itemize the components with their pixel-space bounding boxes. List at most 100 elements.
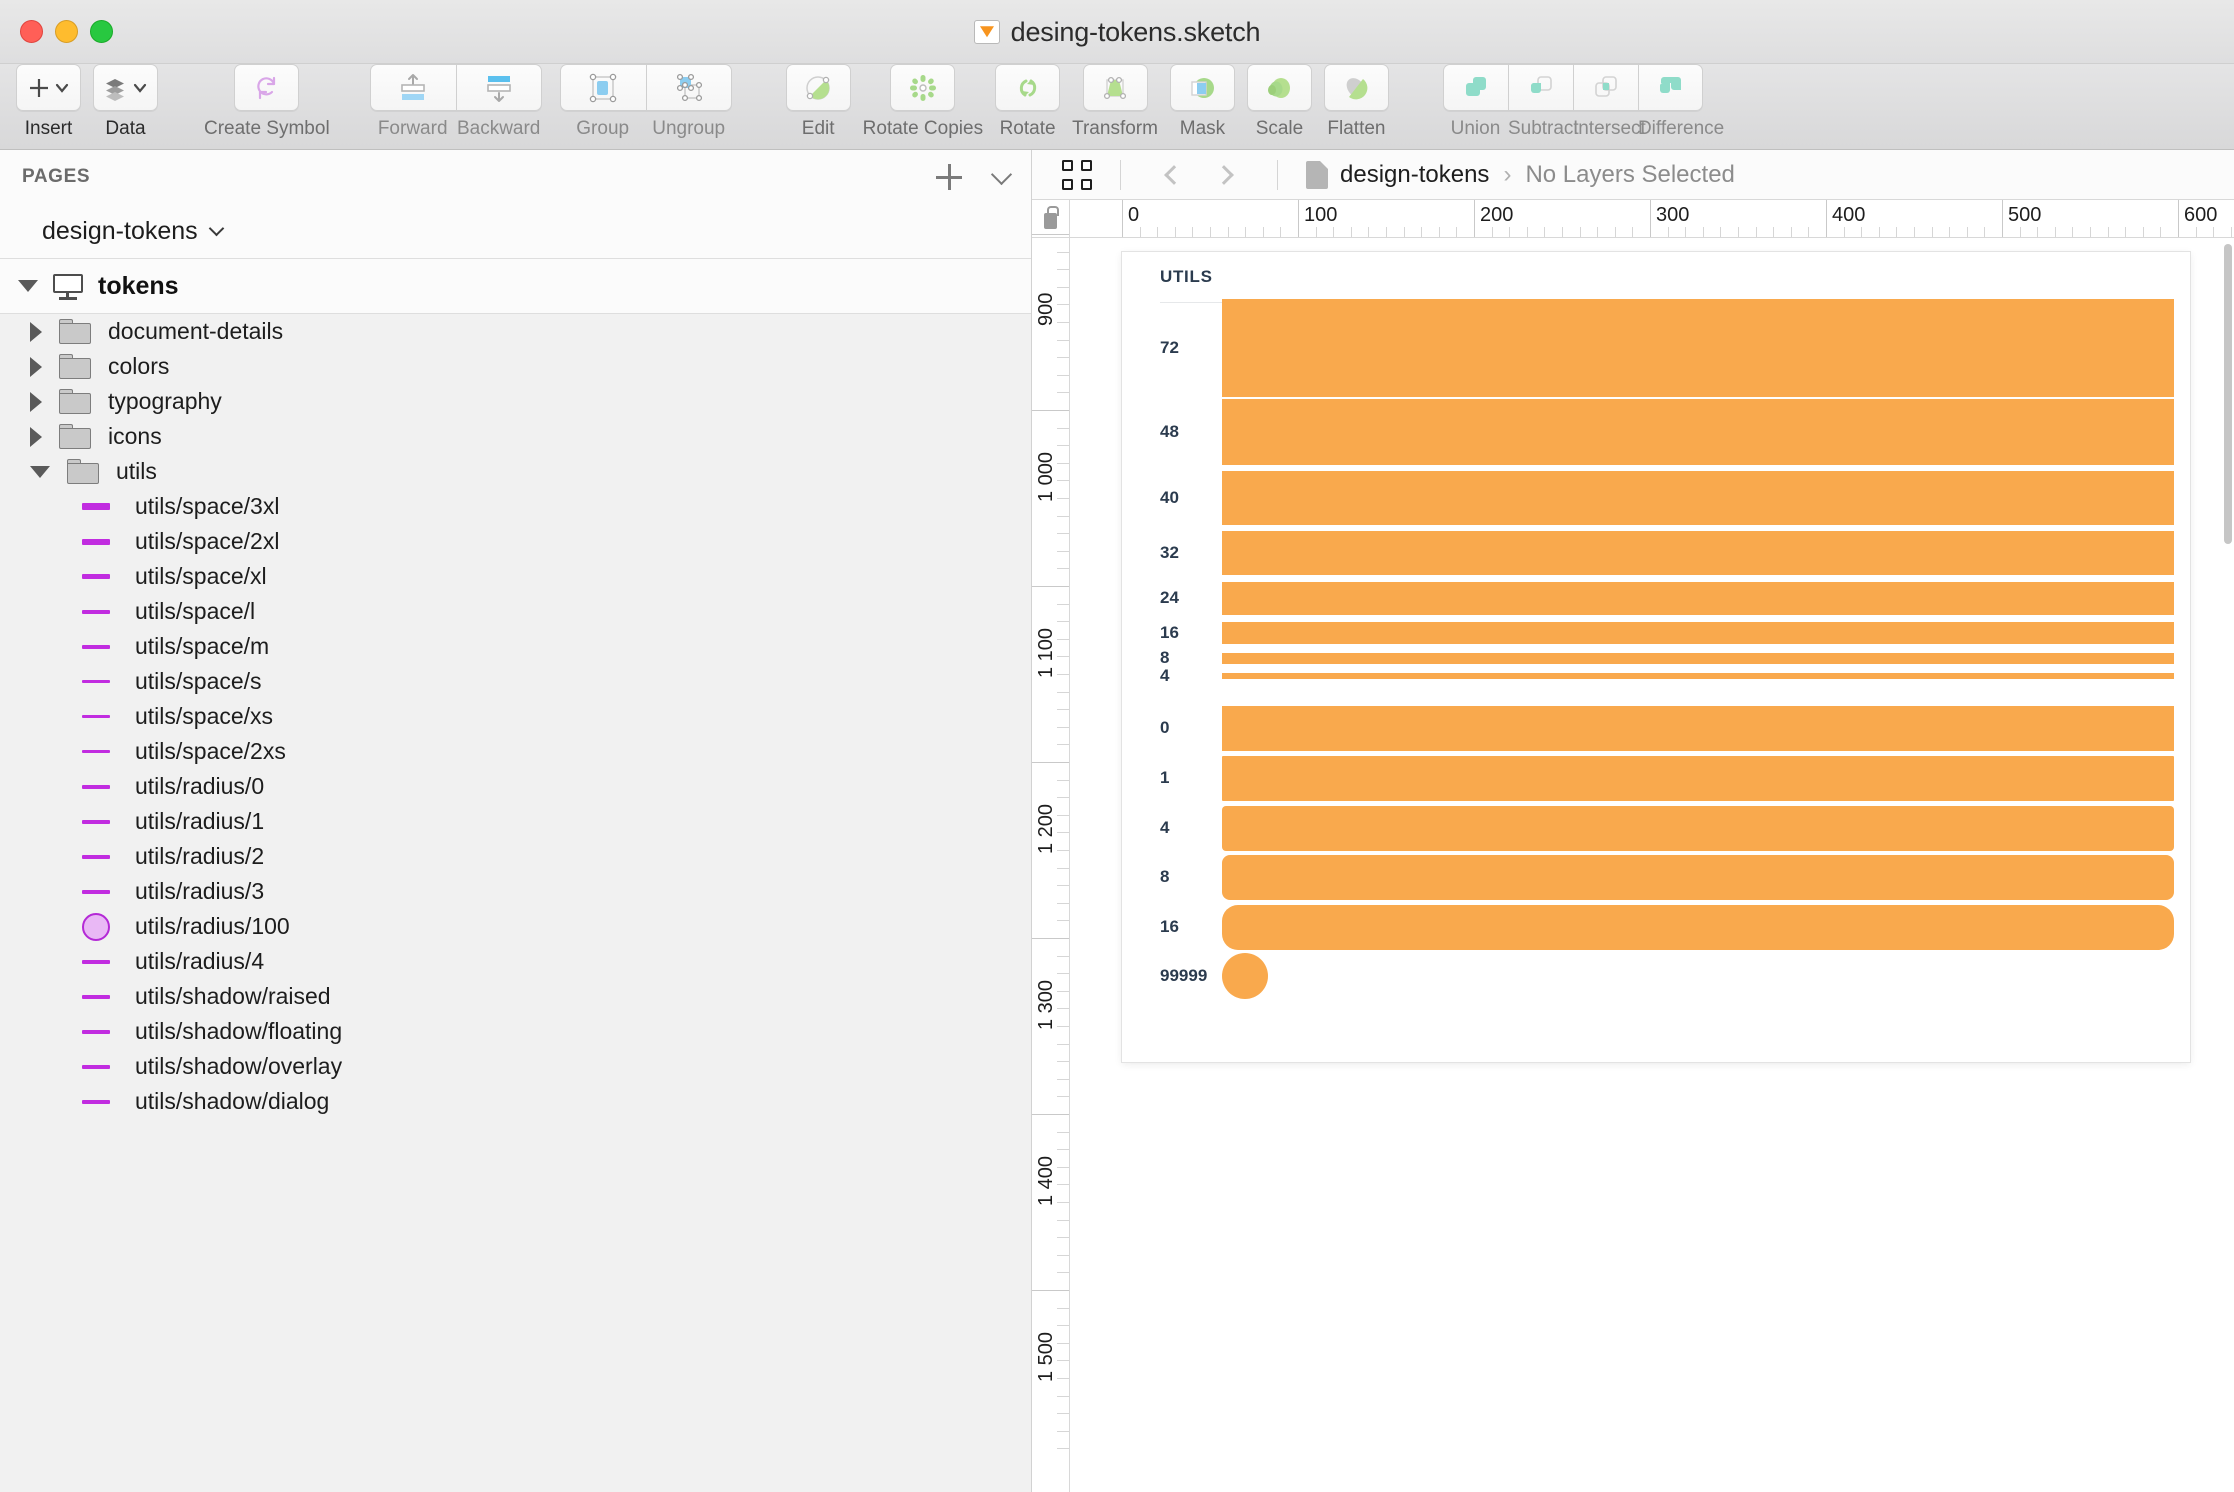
components-grid-icon[interactable]: [1062, 159, 1092, 190]
layer-row-folder[interactable]: document-details: [0, 314, 1031, 349]
layer-row-folder[interactable]: typography: [0, 384, 1031, 419]
token-bar[interactable]: [1222, 755, 2174, 801]
layer-row-shape[interactable]: utils/shadow/floating: [0, 1014, 1031, 1049]
layer-row-folder[interactable]: utils: [0, 454, 1031, 489]
rotate-copies-button[interactable]: [890, 64, 956, 111]
ruler-lock-corner[interactable]: [1032, 200, 1070, 237]
disclosure-triangle-icon[interactable]: [30, 391, 42, 412]
layer-row-shape[interactable]: utils/space/2xl: [0, 524, 1031, 559]
minimize-window-button[interactable]: [55, 20, 78, 43]
artboard-tokens[interactable]: UTILS 72 48 40 32 24 16 8 4 0 1 4 8 16 99999: [1122, 252, 2190, 1062]
intersect-button[interactable]: [1572, 64, 1638, 111]
layer-row-shape[interactable]: utils/space/3xl: [0, 489, 1031, 524]
page-selector-row[interactable]: design-tokens: [0, 204, 1031, 259]
layer-row-shape[interactable]: utils/shadow/raised: [0, 979, 1031, 1014]
toolbar-item-edit[interactable]: Edit: [780, 64, 857, 140]
disclosure-triangle-icon[interactable]: [30, 426, 42, 447]
token-bar[interactable]: [1222, 705, 2174, 751]
ruler-minor-tick: [2213, 227, 2215, 237]
layer-row-shape[interactable]: utils/space/l: [0, 594, 1031, 629]
toolbar-item-rotate[interactable]: Rotate: [989, 64, 1066, 140]
artboard-row-tokens[interactable]: tokens: [0, 259, 1031, 314]
subtract-button[interactable]: [1507, 64, 1573, 111]
layer-row-shape[interactable]: utils/radius/4: [0, 944, 1031, 979]
toolbar-item-transform[interactable]: Transform: [1066, 64, 1164, 140]
disclosure-triangle-icon[interactable]: [30, 465, 50, 478]
layers-list[interactable]: document-details colors typography icons uti…: [0, 314, 1031, 1492]
token-bar[interactable]: [1222, 805, 2174, 851]
token-bar[interactable]: [1222, 299, 2174, 397]
toolbar-item-data[interactable]: Data: [87, 64, 164, 140]
layer-row-shape[interactable]: utils/space/xl: [0, 559, 1031, 594]
disclosure-triangle-icon[interactable]: [30, 356, 42, 377]
token-bar[interactable]: [1222, 622, 2174, 644]
chevron-down-icon[interactable]: [208, 220, 224, 237]
mask-button[interactable]: [1169, 64, 1235, 111]
token-bar[interactable]: [1222, 904, 2174, 950]
token-bar[interactable]: [1222, 399, 2174, 465]
flatten-button[interactable]: [1323, 64, 1389, 111]
toolbar-item-flatten[interactable]: Flatten: [1318, 64, 1395, 140]
layer-row-shape[interactable]: utils/shadow/overlay: [0, 1049, 1031, 1084]
layers-sidebar: PAGES design-tokens tokens document-deta…: [0, 150, 1032, 1492]
ruler-minor-tick: [1350, 227, 1352, 237]
toolbar-item-create-symbol[interactable]: Create Symbol: [198, 64, 336, 140]
canvas-vertical-scrollbar[interactable]: [2224, 244, 2232, 544]
layer-row-shape[interactable]: utils/space/s: [0, 664, 1031, 699]
edit-button[interactable]: [785, 64, 851, 111]
token-bar[interactable]: [1222, 673, 2174, 679]
ruler-minor-tick: [1057, 990, 1069, 992]
layer-row-shape[interactable]: utils/shadow/dialog: [0, 1084, 1031, 1119]
layer-row-shape[interactable]: utils/space/xs: [0, 699, 1031, 734]
chevron-down-icon[interactable]: [990, 163, 1013, 185]
ruler-minor-tick: [1057, 1360, 1069, 1362]
ruler-minor-tick: [1057, 1061, 1069, 1063]
disclosure-triangle-icon[interactable]: [18, 280, 38, 292]
insert-button[interactable]: [16, 64, 81, 111]
add-page-icon[interactable]: [936, 164, 962, 190]
scale-button[interactable]: [1246, 64, 1312, 111]
nav-back-button[interactable]: [1149, 164, 1199, 185]
layer-row-folder[interactable]: colors: [0, 349, 1031, 384]
token-bar[interactable]: [1222, 581, 2174, 615]
transform-button[interactable]: [1082, 64, 1148, 111]
toolbar-item-insert[interactable]: Insert: [10, 64, 87, 140]
toolbar-item-scale[interactable]: Scale: [1241, 64, 1318, 140]
ruler-minor-tick: [1057, 515, 1069, 517]
difference-button[interactable]: [1637, 64, 1703, 111]
create-symbol-button[interactable]: [234, 64, 300, 111]
folder-icon: [59, 319, 91, 344]
token-bar[interactable]: [1222, 953, 1268, 999]
layer-row-shape[interactable]: utils/radius/1: [0, 804, 1031, 839]
canvas-viewport[interactable]: UTILS 72 48 40 32 24 16 8 4 0 1 4 8 16 99999: [1070, 238, 2234, 1492]
layer-row-shape[interactable]: utils/radius/2: [0, 839, 1031, 874]
group-button[interactable]: [559, 64, 646, 111]
token-bar[interactable]: [1222, 854, 2174, 900]
toolbar-item-mask[interactable]: Mask: [1164, 64, 1241, 140]
layer-row-shape[interactable]: utils/radius/3: [0, 874, 1031, 909]
close-window-button[interactable]: [20, 20, 43, 43]
nav-forward-button[interactable]: [1199, 164, 1249, 185]
ungroup-button[interactable]: [645, 64, 732, 111]
disclosure-triangle-icon[interactable]: [30, 321, 42, 342]
token-bar[interactable]: [1222, 531, 2174, 575]
move-forward-button[interactable]: [369, 64, 456, 111]
toolbar-group-insert: Insert Data: [10, 64, 164, 140]
token-bar[interactable]: [1222, 471, 2174, 525]
toolbar-item-rotate-copies[interactable]: Rotate Copies: [857, 64, 989, 140]
rectangle-icon: [82, 715, 110, 718]
maximize-window-button[interactable]: [90, 20, 113, 43]
rotate-button[interactable]: [995, 64, 1061, 111]
layer-row-shape[interactable]: utils/radius/0: [0, 769, 1031, 804]
layer-row-shape[interactable]: utils/radius/100: [0, 909, 1031, 944]
layer-row-folder[interactable]: icons: [0, 419, 1031, 454]
vertical-ruler[interactable]: 900 1 000 1 100 1 200 1 300 1 400 1 500: [1032, 234, 1070, 1492]
layer-row-shape[interactable]: utils/space/m: [0, 629, 1031, 664]
token-bar[interactable]: [1222, 652, 2174, 664]
layer-row-shape[interactable]: utils/space/2xs: [0, 734, 1031, 769]
data-button[interactable]: [93, 64, 158, 111]
move-backward-button[interactable]: [455, 64, 542, 111]
breadcrumb-document[interactable]: design-tokens: [1340, 161, 1489, 189]
union-button[interactable]: [1442, 64, 1508, 111]
horizontal-ruler[interactable]: 0 100 200 300 400 500 600: [1070, 200, 2234, 237]
